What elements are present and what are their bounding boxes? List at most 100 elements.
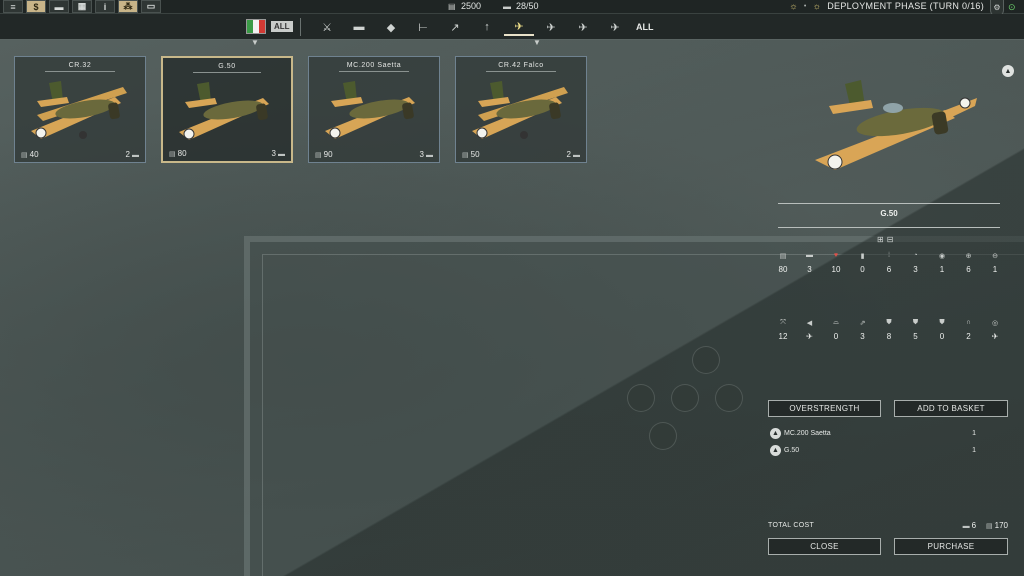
screen-icon[interactable]: ▭ — [141, 0, 161, 13]
tank-icon: ▬ — [806, 252, 813, 259]
heart-icon: ♥ — [833, 252, 839, 259]
stat-ammo: ▮ 0 — [852, 252, 874, 274]
deployment-hex[interactable] — [715, 384, 743, 412]
trait-icon: ⊞ — [877, 235, 884, 244]
grid-icon[interactable]: ▦ — [72, 0, 92, 13]
purchase-button[interactable]: PURCHASE — [894, 538, 1008, 555]
unit-icon[interactable]: ⁂ — [118, 0, 138, 13]
aircraft-image — [179, 82, 269, 140]
rate-icon: ⇗ — [859, 320, 866, 327]
range-icon: ⌓ — [833, 319, 839, 326]
stat-value: 8 — [886, 332, 892, 341]
unit-name: MC.200 Saetta — [346, 62, 402, 69]
prestige-counter: ▤ 2500 — [448, 1, 482, 11]
deployment-hex[interactable] — [649, 422, 677, 450]
stat-value: 6 — [966, 265, 971, 274]
filter-tank-icon[interactable]: ▬ — [344, 18, 374, 36]
deployment-hex[interactable] — [692, 346, 720, 374]
unit-name: CR.42 Falco — [498, 62, 544, 69]
chat-icon[interactable]: ▬ — [49, 0, 69, 13]
remove-item-icon[interactable]: ▲ — [770, 445, 781, 456]
basket-item[interactable]: ▲ G.50 1 — [770, 445, 976, 456]
collapse-panel-icon[interactable]: ▲ — [1002, 65, 1014, 77]
aircraft-image — [31, 81, 127, 139]
deployment-hex[interactable] — [627, 384, 655, 412]
unit-cost: ▤ 40 — [21, 150, 39, 159]
total-units: ▬ 6 — [962, 521, 977, 530]
money-icon[interactable]: $ — [26, 0, 46, 13]
stat-cost: ▤ 80 — [772, 252, 794, 274]
close-button[interactable]: CLOSE — [768, 538, 881, 555]
info-icon[interactable]: i — [95, 0, 115, 13]
filter-bar: ▼ ALL ⚔ ▬ ◆ ⊢ ↗ ↑ ✈ ✈ ✈ ✈ ▼ ALL — [0, 14, 1024, 47]
basket-item-qty: 1 — [972, 430, 976, 437]
basket-item-name: G.50 — [784, 447, 800, 454]
card-divider — [45, 71, 115, 72]
aircraft-image — [472, 81, 568, 139]
deployment-hex[interactable] — [671, 384, 699, 412]
stat-heart: ♥ 10 — [825, 252, 847, 274]
filter-transport-icon[interactable]: ✈ — [600, 18, 630, 36]
unit-card[interactable]: MC.200 Saetta ▤ 90 3 ▬ — [308, 56, 440, 163]
unit-cost: ▤ 50 — [462, 150, 480, 159]
prestige-icon: ▤ — [315, 152, 322, 159]
stat-target-type: ◎ ✈ — [984, 319, 1006, 341]
basket-item[interactable]: ▲ MC.200 Saetta 1 — [770, 428, 976, 439]
unit-name: G.50 — [218, 63, 236, 70]
stat-value: 2 — [966, 332, 971, 341]
aircraft-image — [815, 80, 977, 170]
unit-count: 2 ▬ — [125, 150, 139, 159]
aircraft-image — [325, 81, 415, 139]
movement-icon: ⤧ — [780, 319, 786, 326]
menu-icon[interactable]: ≡ — [3, 0, 23, 13]
unit-slots-counter: ▬ 28/50 — [503, 1, 539, 11]
weather-sun-icon: ☼ — [812, 1, 822, 11]
basket-item-qty: 1 — [972, 447, 976, 454]
spotting-icon: ◀ — [806, 320, 813, 327]
unit-name: CR.32 — [68, 62, 92, 69]
tank-icon: ▬ — [573, 152, 580, 159]
stat-value: 5 — [913, 332, 918, 341]
filter-anti-air-icon[interactable]: ↑ — [472, 18, 502, 36]
unit-card[interactable]: CR.42 Falco ▤ 50 2 ▬ — [455, 56, 587, 163]
filter-artillery-icon[interactable]: ↗ — [440, 18, 470, 36]
detail-divider-top — [778, 203, 1000, 204]
stat-value: ✈ — [991, 332, 999, 341]
nation-all-toggle[interactable]: ALL — [271, 21, 293, 32]
remove-item-icon[interactable]: ▲ — [770, 428, 781, 439]
naval-icon: ⊖ — [992, 253, 998, 260]
stat-movement: ⤧ 12 — [772, 319, 794, 341]
stat-rate: ⇗ 3 — [852, 319, 874, 341]
unit-card[interactable]: G.50 ▤ 80 3 ▬ — [161, 56, 293, 163]
filter-strategic-bomber-icon[interactable]: ✈ — [568, 18, 598, 36]
stat-value: 12 — [778, 332, 788, 341]
filter-infantry-icon[interactable]: ⚔ — [312, 18, 342, 36]
close-def-icon: ⛊ — [939, 319, 945, 326]
phase-indicator: ☼ • ☼ DEPLOYMENT PHASE (TURN 0/16) — [789, 1, 984, 11]
top-bar-end: ⚙ ⊙ — [990, 0, 1020, 17]
filter-recon-icon[interactable]: ◆ — [376, 18, 406, 36]
detail-unit-name: G.50 — [880, 209, 898, 218]
stat-value: 0 — [939, 332, 945, 341]
add-to-basket-button[interactable]: ADD TO BASKET — [894, 400, 1008, 417]
unit-cost: ▤ 80 — [169, 149, 187, 158]
unit-card[interactable]: CR.32 ▤ 40 2 ▬ — [14, 56, 146, 163]
filter-anti-tank-icon[interactable]: ⊢ — [408, 18, 438, 36]
end-turn-icon[interactable]: ⊙ — [1008, 2, 1016, 13]
soft-attack-icon: ◉ — [938, 253, 946, 260]
filter-fighter-icon[interactable]: ✈ — [504, 18, 534, 36]
card-divider — [339, 71, 409, 72]
trait-icon: ⊟ — [886, 235, 894, 244]
stat-range: ⌓ 0 — [825, 319, 847, 341]
filter-tactical-bomber-icon[interactable]: ✈ — [536, 18, 566, 36]
unit-count: 2 ▬ — [566, 150, 580, 159]
tank-icon: ▬ — [132, 152, 139, 159]
detail-divider-bottom — [778, 227, 1000, 228]
italy-flag-icon[interactable] — [246, 19, 266, 34]
air-def-icon: ⛊ — [912, 319, 919, 326]
tank-icon: ▬ — [278, 151, 285, 158]
category-all[interactable]: ALL — [636, 22, 654, 32]
overstrength-button[interactable]: OVERSTRENGTH — [768, 400, 881, 417]
stat-fuel: ∩ 2 — [958, 319, 980, 341]
total-prestige: ▤ 170 — [986, 521, 1008, 530]
